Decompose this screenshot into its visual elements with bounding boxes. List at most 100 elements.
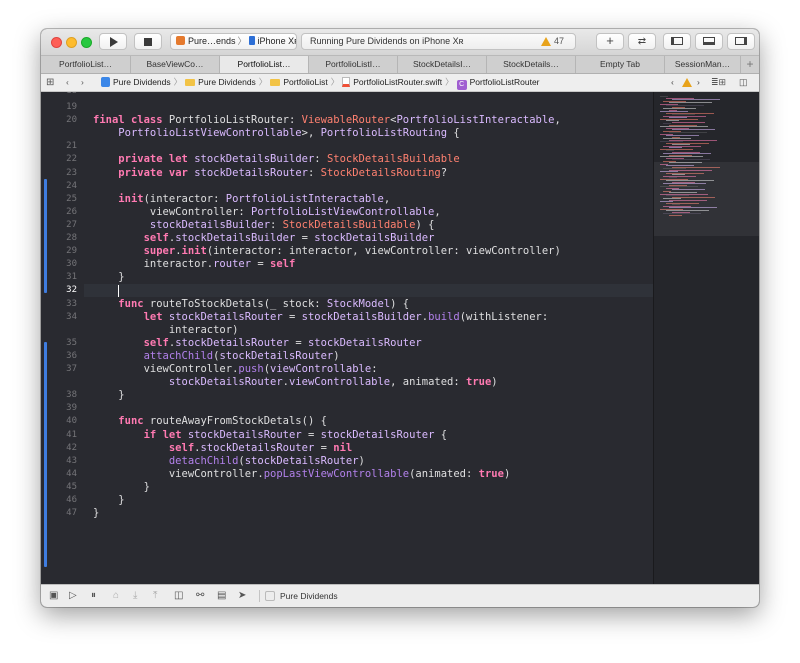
code-line[interactable]: viewController.popLastViewControllable(a… (93, 468, 510, 481)
inspector-panel-icon (735, 37, 747, 45)
code-line[interactable]: } (93, 494, 124, 507)
code-line[interactable]: self.stockDetailsRouter = stockDetailsRo… (93, 337, 422, 350)
code-line[interactable]: private var stockDetailsRouter: StockDet… (93, 167, 447, 180)
code-line[interactable]: self.stockDetailsRouter = nil (93, 442, 352, 455)
step-over-icon[interactable]: ⌂ (113, 585, 119, 607)
warning-count[interactable]: 47 (554, 34, 564, 49)
code-line[interactable]: final class PortfolioListRouter: Viewabl… (93, 114, 561, 127)
scheme-selector[interactable]: Pure…ends 〉 iPhone Xʀ (170, 33, 297, 50)
tab-7[interactable]: Empty Tab (576, 56, 665, 73)
code-line[interactable]: let stockDetailsRouter = stockDetailsBui… (93, 311, 549, 324)
breadcrumb-file[interactable]: PortfolioListRouter.swift (353, 77, 442, 87)
pause-icon[interactable]: ⏸ (91, 585, 96, 607)
new-tab-button[interactable]: + (741, 56, 759, 73)
minimap-line (669, 132, 707, 133)
code-line[interactable]: init(interactor: PortfolioListInteractab… (93, 193, 390, 206)
text-cursor (118, 285, 120, 298)
tab-6[interactable]: StockDetails… (487, 56, 576, 73)
library-plus-button[interactable]: + (596, 33, 624, 50)
step-into-icon[interactable]: ⤓ (133, 585, 137, 607)
step-out-icon[interactable]: ⤒ (153, 585, 157, 607)
breadcrumb-symbol[interactable]: PortfolioListRouter (470, 77, 540, 87)
minimap[interactable] (653, 92, 759, 584)
minimize-window-button[interactable] (66, 37, 77, 48)
code-line[interactable]: stockDetailsRouter.viewControllable, ani… (93, 376, 498, 389)
previous-issue-icon[interactable]: ‹ (671, 74, 674, 91)
tab-5[interactable]: StockDetailsI… (398, 56, 487, 73)
activity-status: Running Pure Dividends on iPhone Xʀ (310, 36, 464, 46)
code-line[interactable]: interactor) (93, 324, 239, 337)
minimap-line (666, 135, 699, 136)
toggle-inspector-button[interactable] (727, 33, 755, 50)
code-line[interactable]: func routeToStockDetals(_ stock: StockMo… (93, 298, 409, 311)
code-line[interactable]: private let stockDetailsBuilder: StockDe… (93, 153, 459, 166)
back-chevron-icon[interactable]: ‹ (66, 74, 69, 91)
tab-label: PortfolioListI… (325, 59, 381, 69)
code-line[interactable]: if let stockDetailsRouter = stockDetails… (93, 429, 448, 442)
close-window-button[interactable] (51, 37, 62, 48)
code-line[interactable]: func routeAwayFromStockDetals() { (93, 415, 327, 428)
code-line[interactable]: PortfolioListViewControllable>, Portfoli… (93, 127, 459, 140)
hide-debug-area-icon[interactable]: ▣ (49, 585, 58, 607)
tab-label: PortfolioList… (59, 59, 112, 69)
line-number: 21 (66, 141, 77, 152)
code-review-button[interactable]: ⇄ (628, 33, 656, 50)
line-number: 26 (66, 206, 77, 217)
code-line[interactable]: viewController.push(viewControllable: (93, 363, 378, 376)
code-line[interactable]: interactor.router = self (93, 258, 296, 271)
tab-4[interactable]: PortfolioListI… (309, 56, 398, 73)
code-line[interactable]: } (93, 507, 99, 520)
debug-bar: ▣ ▷ ⏸ ⌂ ⤓ ⤒ ◫ ⚯ ▤ ➤ Pure Dividends (41, 584, 759, 607)
line-number: 33 (66, 298, 77, 309)
app-target-icon (176, 36, 185, 45)
chevron-right-icon: 〉 (445, 77, 454, 87)
breadcrumb-project[interactable]: Pure Dividends (113, 77, 171, 87)
line-number: 34 (66, 311, 77, 322)
code-line[interactable]: viewController: PortfolioListViewControl… (93, 206, 441, 219)
code-line[interactable]: self.stockDetailsBuilder = stockDetailsB… (93, 232, 435, 245)
tab-2[interactable]: BaseViewCo… (131, 56, 220, 73)
code-line[interactable]: } (93, 389, 124, 402)
chevron-right-icon: 〉 (173, 77, 183, 87)
chevron-right-icon: 〉 (258, 77, 268, 87)
stop-button[interactable] (134, 33, 162, 50)
breadcrumb-group[interactable]: Pure Dividends (198, 77, 256, 87)
memory-graph-icon[interactable]: ⚯ (196, 585, 204, 607)
plus-icon: + (746, 57, 754, 71)
stop-icon (144, 38, 152, 46)
zoom-window-button[interactable] (81, 37, 92, 48)
environment-overrides-icon[interactable]: ▤ (217, 585, 226, 607)
code-line[interactable] (93, 284, 118, 297)
related-items-grid-icon[interactable]: ⊞ (46, 74, 54, 91)
warning-icon[interactable] (682, 78, 692, 87)
minimap-line (663, 108, 696, 109)
view-debugger-icon[interactable]: ◫ (174, 585, 183, 607)
source-editor[interactable]: 18 19 20 21 22 23 24 25 26 27 28 29 30 31 32 33 34 35 36 3… (41, 92, 653, 584)
chevron-right-icon: 〉 (237, 36, 247, 46)
line-number: 37 (66, 364, 77, 374)
code-line[interactable]: detachChild(stockDetailsRouter) (93, 455, 365, 468)
warning-icon[interactable] (541, 37, 551, 46)
tab-3-active[interactable]: PortfolioList… (220, 56, 309, 73)
next-issue-icon[interactable]: › (697, 74, 700, 91)
tab-8[interactable]: SessionMan… (665, 56, 741, 73)
editor-options-icon[interactable]: ≣⊞ (711, 74, 726, 91)
toggle-debug-area-button[interactable] (695, 33, 723, 50)
minimap-viewport[interactable] (654, 162, 759, 236)
run-button[interactable] (99, 33, 127, 50)
code-line[interactable]: super.init(interactor: interactor, viewC… (93, 245, 561, 258)
folder-icon (270, 79, 281, 86)
line-number: 28 (66, 233, 77, 243)
split-editor-icon[interactable]: ◫ (739, 74, 748, 91)
tab-1[interactable]: PortfolioList… (41, 56, 131, 73)
breadcrumb-folder[interactable]: PortfolioList (283, 77, 327, 87)
code-line[interactable]: attachChild(stockDetailsRouter) (93, 350, 340, 363)
forward-chevron-icon[interactable]: › (81, 74, 84, 91)
code-line[interactable]: } (93, 271, 124, 284)
target-icon (265, 591, 275, 601)
code-line[interactable]: } (93, 481, 150, 494)
code-line[interactable]: stockDetailsBuilder: StockDetailsBuildab… (93, 219, 435, 232)
toggle-navigator-button[interactable] (663, 33, 691, 50)
simulate-location-icon[interactable]: ➤ (238, 585, 246, 607)
breakpoints-toggle-icon[interactable]: ▷ (69, 585, 77, 607)
